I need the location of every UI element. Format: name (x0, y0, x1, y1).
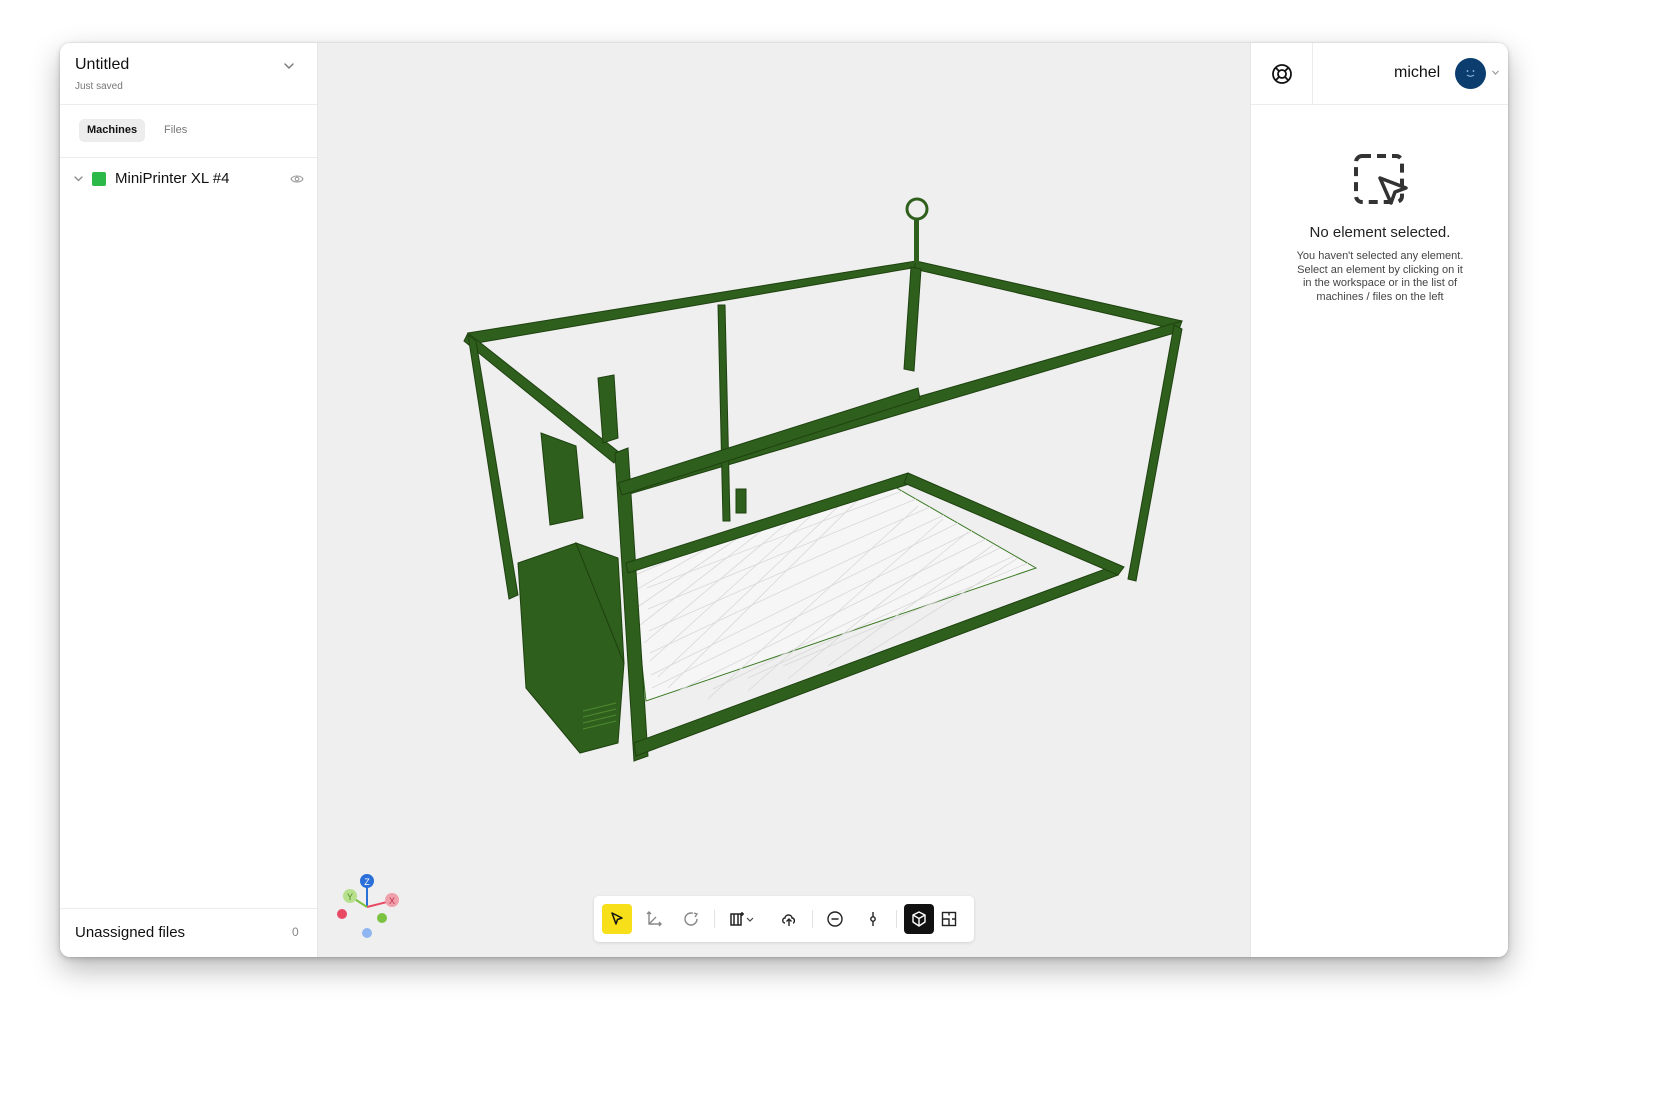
help-button[interactable] (1251, 43, 1313, 105)
move-axes-icon (646, 911, 662, 927)
machine-name: MiniPrinter XL #4 (115, 170, 230, 187)
chevron-down-icon[interactable] (1491, 68, 1500, 77)
empty-state-title: No element selected. (1309, 224, 1451, 241)
z-axis-label: Z (364, 877, 370, 887)
x-axis-label: X (389, 896, 395, 906)
empty-state-message: You haven't selected any element. Select… (1296, 250, 1464, 303)
upload-button[interactable] (774, 904, 804, 934)
sidebar-tabs: Machines Files (60, 105, 317, 158)
properties-panel: michel No element selected. You haven't … (1250, 43, 1508, 957)
axis-gizmo[interactable]: Z X Y (336, 871, 406, 941)
select-pointer-icon (611, 912, 623, 925)
unassigned-files-count: 0 (292, 925, 299, 939)
viewport-toolbar (594, 896, 974, 942)
cloud-upload-icon (782, 914, 796, 926)
tab-files[interactable]: Files (156, 119, 195, 142)
toolbar-divider (812, 910, 813, 928)
unassigned-files-section[interactable]: Unassigned files 0 (60, 908, 317, 957)
unassigned-files-label: Unassigned files (75, 924, 186, 941)
document-title[interactable]: Untitled (75, 56, 129, 74)
split-button[interactable] (858, 904, 888, 934)
machine-3d-model[interactable] (318, 43, 1250, 957)
add-machine-button[interactable] (722, 904, 760, 934)
avatar[interactable] (1455, 58, 1486, 89)
rotate-icon (684, 912, 699, 926)
3d-view-cube-icon (912, 911, 926, 927)
app-window: Untitled Just saved Machines Files MiniP… (60, 43, 1508, 957)
document-header[interactable]: Untitled Just saved (60, 43, 317, 105)
toolbar-divider (896, 910, 897, 928)
2d-view-button[interactable] (934, 904, 964, 934)
select-tool-button[interactable] (602, 904, 632, 934)
rotate-tool-button[interactable] (676, 904, 706, 934)
chevron-down-icon (746, 917, 754, 922)
chevron-down-icon[interactable] (282, 59, 296, 73)
machine-list-item[interactable]: MiniPrinter XL #4 (60, 165, 317, 193)
smile-face-icon (1466, 70, 1475, 77)
move-tool-button[interactable] (639, 904, 669, 934)
save-status: Just saved (75, 81, 123, 92)
toolbar-divider (714, 910, 715, 928)
user-menu[interactable]: michel (1313, 43, 1508, 105)
split-point-icon (870, 912, 876, 926)
machine-color-swatch (92, 172, 106, 186)
dashed-selection-cursor-icon (1354, 154, 1408, 205)
y-axis-label: Y (347, 892, 353, 902)
minus-circle-icon (827, 911, 843, 927)
3d-workspace[interactable]: Z X Y (318, 43, 1250, 957)
user-name: michel (1394, 64, 1441, 81)
tab-machines[interactable]: Machines (79, 119, 146, 142)
lifebuoy-help-icon (1271, 63, 1292, 84)
eye-icon[interactable] (290, 173, 304, 185)
left-sidebar: Untitled Just saved Machines Files MiniP… (60, 43, 318, 957)
chevron-down-icon[interactable] (73, 173, 84, 184)
machine-add-icon (730, 912, 744, 926)
2d-view-icon (941, 911, 957, 927)
remove-button[interactable] (820, 904, 850, 934)
3d-view-button[interactable] (904, 904, 934, 934)
